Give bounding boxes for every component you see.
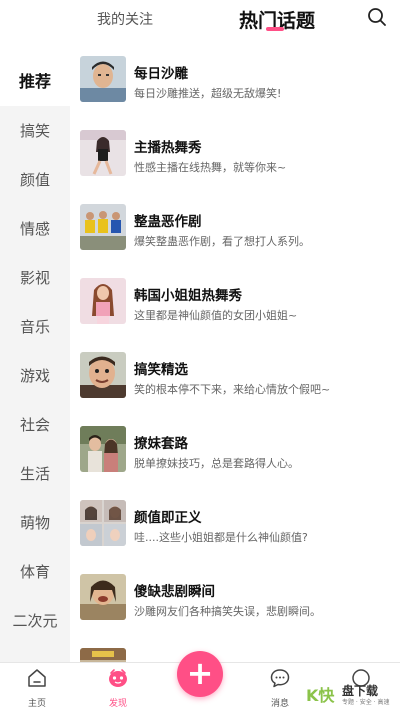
nav-messages-label: 消息 xyxy=(270,699,289,709)
nav-discover[interactable]: 发现 xyxy=(88,663,148,710)
topic-title: 主播热舞秀 xyxy=(134,140,202,156)
sidebar-item-cute[interactable]: 萌物 xyxy=(0,499,70,547)
topic-title: 韩国小姐姐热舞秀 xyxy=(134,288,242,304)
topic-thumbnail xyxy=(80,426,126,472)
topic-description: 沙雕网友们各种搞笑失误，悲剧瞬间。 xyxy=(134,605,321,618)
topic-row[interactable] xyxy=(70,634,400,662)
topic-row[interactable]: 每日沙雕 每日沙雕推送，超级无敌爆笑! xyxy=(70,42,400,116)
topic-thumbnail xyxy=(80,648,126,662)
topic-description: 脱单撩妹技巧，总是套路得人心。 xyxy=(134,457,299,470)
message-icon xyxy=(269,667,291,689)
nav-discover-label: 发现 xyxy=(108,699,127,709)
topic-row[interactable]: 傻缺悲剧瞬间 沙雕网友们各种搞笑失误，悲剧瞬间。 xyxy=(70,560,400,634)
tab-my-follow[interactable]: 我的关注 xyxy=(97,9,153,29)
topic-thumbnail xyxy=(80,56,126,102)
sidebar-item-emotion[interactable]: 情感 xyxy=(0,205,70,253)
topic-row[interactable]: 颜值即正义 哇....这些小姐姐都是什么神仙颜值? xyxy=(70,486,400,560)
category-sidebar: 推荐 搞笑 颜值 情感 影视 音乐 游戏 社会 生活 萌物 体育 二次元 xyxy=(0,58,70,662)
sidebar-item-society[interactable]: 社会 xyxy=(0,401,70,449)
sidebar-item-anime[interactable]: 二次元 xyxy=(0,597,70,645)
nav-home-label: 主页 xyxy=(27,699,46,709)
sidebar-item-sports[interactable]: 体育 xyxy=(0,548,70,596)
sidebar-item-film[interactable]: 影视 xyxy=(0,254,70,302)
topic-title: 每日沙雕 xyxy=(134,66,188,82)
discover-icon xyxy=(107,667,129,689)
topic-row[interactable]: 韩国小姐姐热舞秀 这里都是神仙颜值的女团小姐姐~ xyxy=(70,264,400,338)
sidebar-item-recommend[interactable]: 推荐 xyxy=(0,58,70,106)
topic-title: 整蛊恶作剧 xyxy=(134,214,202,230)
sidebar-item-games[interactable]: 游戏 xyxy=(0,352,70,400)
top-bar: 我的关注 热门话题 xyxy=(0,0,400,42)
home-icon xyxy=(26,667,48,689)
add-post-button[interactable]: + xyxy=(177,651,223,697)
topic-thumbnail xyxy=(80,204,126,250)
search-icon[interactable] xyxy=(366,6,388,28)
topic-thumbnail xyxy=(80,278,126,324)
nav-messages[interactable]: 消息 xyxy=(250,663,310,710)
topic-thumbnail xyxy=(80,130,126,176)
topic-title: 撩妹套路 xyxy=(134,436,188,452)
sidebar-item-funny[interactable]: 搞笑 xyxy=(0,107,70,155)
watermark-logo: K快 盘下载 专题 · 安全 · 高速 xyxy=(306,680,398,708)
topic-list: 每日沙雕 每日沙雕推送，超级无敌爆笑! 主播热舞秀 性感主播在线热舞，就等你来~ xyxy=(70,42,400,662)
topic-thumbnail xyxy=(80,352,126,398)
topic-row[interactable]: 主播热舞秀 性感主播在线热舞，就等你来~ xyxy=(70,116,400,190)
topic-row[interactable]: 整蛊恶作剧 爆笑整蛊恶作剧，看了想打人系列。 xyxy=(70,190,400,264)
topic-description: 哇....这些小姐姐都是什么神仙颜值? xyxy=(134,531,308,544)
sidebar-item-life[interactable]: 生活 xyxy=(0,450,70,498)
topic-title: 颜值即正义 xyxy=(134,510,202,526)
topic-title: 傻缺悲剧瞬间 xyxy=(134,584,215,600)
topic-description: 这里都是神仙颜值的女团小姐姐~ xyxy=(134,309,298,322)
watermark-subtitle: 专题 · 安全 · 高速 xyxy=(342,699,390,706)
active-tab-indicator xyxy=(266,27,284,31)
topic-row[interactable]: 搞笑精选 笑的根本停不下来，来给心情放个假吧~ xyxy=(70,338,400,412)
topic-thumbnail xyxy=(80,500,126,546)
nav-home[interactable]: 主页 xyxy=(7,663,67,710)
watermark-logo-mark: K快 xyxy=(306,686,335,705)
sidebar-item-looks[interactable]: 颜值 xyxy=(0,156,70,204)
plus-icon: + xyxy=(186,654,214,692)
topic-thumbnail xyxy=(80,574,126,620)
topic-description: 笑的根本停不下来，来给心情放个假吧~ xyxy=(134,383,331,396)
topic-description: 性感主播在线热舞，就等你来~ xyxy=(134,161,287,174)
topic-description: 每日沙雕推送，超级无敌爆笑! xyxy=(134,87,282,100)
topic-description: 爆笑整蛊恶作剧，看了想打人系列。 xyxy=(134,235,310,248)
topic-row[interactable]: 撩妹套路 脱单撩妹技巧，总是套路得人心。 xyxy=(70,412,400,486)
sidebar-item-music[interactable]: 音乐 xyxy=(0,303,70,351)
topic-title: 搞笑精选 xyxy=(134,362,188,378)
